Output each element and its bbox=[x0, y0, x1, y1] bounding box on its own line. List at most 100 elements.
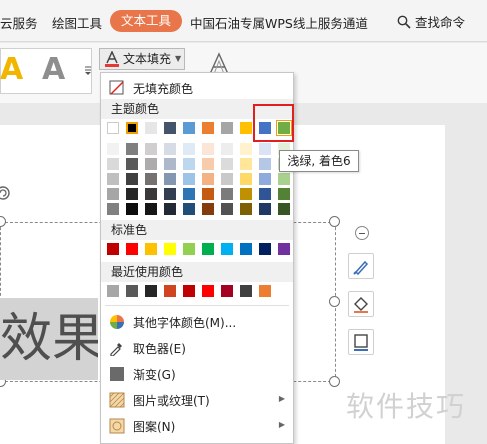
color-swatch[interactable] bbox=[259, 158, 271, 170]
color-swatch[interactable] bbox=[164, 188, 176, 200]
color-swatch[interactable] bbox=[183, 285, 195, 297]
rotate-handle-icon[interactable] bbox=[0, 186, 10, 200]
color-swatch[interactable] bbox=[107, 173, 119, 185]
color-swatch[interactable] bbox=[259, 203, 271, 215]
tab-drawing-tools[interactable]: 绘图工具 bbox=[52, 13, 102, 32]
tab-text-tools[interactable]: 文本工具 bbox=[110, 10, 182, 32]
color-swatch[interactable] bbox=[240, 188, 252, 200]
color-swatch[interactable] bbox=[126, 158, 138, 170]
color-swatch[interactable] bbox=[259, 173, 271, 185]
color-swatch[interactable] bbox=[164, 285, 176, 297]
color-swatch[interactable] bbox=[221, 285, 233, 297]
textbox-content[interactable]: 效果 bbox=[0, 298, 98, 380]
color-swatch[interactable] bbox=[240, 122, 252, 134]
color-swatch[interactable] bbox=[259, 285, 271, 297]
color-swatch[interactable] bbox=[126, 173, 138, 185]
color-swatch[interactable] bbox=[145, 243, 157, 255]
collapse-toolbar-button[interactable] bbox=[355, 226, 369, 240]
color-swatch[interactable] bbox=[164, 203, 176, 215]
color-swatch[interactable] bbox=[183, 158, 195, 170]
color-swatch[interactable] bbox=[145, 143, 157, 155]
color-swatch[interactable] bbox=[221, 203, 233, 215]
tab-cloud-service[interactable]: 云服务 bbox=[0, 13, 38, 32]
resize-handle-bottom-right[interactable] bbox=[329, 376, 340, 387]
color-swatch[interactable] bbox=[202, 188, 214, 200]
shape-outline-button[interactable] bbox=[348, 329, 374, 355]
color-swatch[interactable] bbox=[240, 143, 252, 155]
color-swatch[interactable] bbox=[107, 285, 119, 297]
color-swatch[interactable] bbox=[126, 203, 138, 215]
text-style-yellow[interactable]: A bbox=[0, 52, 23, 87]
text-fill-button[interactable]: 文本填充 ▼ bbox=[99, 48, 185, 70]
color-swatch[interactable] bbox=[126, 285, 138, 297]
color-swatch[interactable] bbox=[126, 188, 138, 200]
color-swatch[interactable] bbox=[164, 122, 176, 134]
color-swatch[interactable] bbox=[240, 158, 252, 170]
color-swatch[interactable] bbox=[126, 243, 138, 255]
color-swatch[interactable] bbox=[202, 243, 214, 255]
color-swatch[interactable] bbox=[278, 243, 290, 255]
color-swatch[interactable] bbox=[202, 173, 214, 185]
shape-fill-button[interactable] bbox=[348, 291, 374, 317]
color-swatch[interactable] bbox=[145, 173, 157, 185]
color-swatch[interactable] bbox=[202, 158, 214, 170]
color-swatch[interactable] bbox=[221, 173, 233, 185]
color-swatch[interactable] bbox=[164, 158, 176, 170]
color-swatch[interactable] bbox=[183, 173, 195, 185]
color-swatch[interactable] bbox=[183, 188, 195, 200]
search-command[interactable]: 查找命令 bbox=[397, 12, 465, 31]
menu-item-eyedropper[interactable]: 取色器(E) bbox=[101, 335, 293, 361]
color-swatch[interactable] bbox=[107, 203, 119, 215]
color-swatch[interactable] bbox=[145, 285, 157, 297]
color-swatch[interactable] bbox=[145, 203, 157, 215]
color-swatch[interactable] bbox=[164, 143, 176, 155]
color-swatch[interactable] bbox=[240, 243, 252, 255]
color-swatch[interactable] bbox=[240, 173, 252, 185]
color-swatch[interactable] bbox=[259, 143, 271, 155]
color-swatch[interactable] bbox=[107, 243, 119, 255]
color-swatch[interactable] bbox=[221, 188, 233, 200]
color-swatch[interactable] bbox=[202, 203, 214, 215]
color-swatch[interactable] bbox=[126, 143, 138, 155]
color-swatch[interactable] bbox=[145, 158, 157, 170]
menu-item-pattern[interactable]: 图案(N) ▶ bbox=[101, 413, 293, 439]
color-swatch[interactable] bbox=[278, 188, 290, 200]
color-swatch[interactable] bbox=[107, 122, 119, 134]
gallery-more-icon[interactable] bbox=[85, 64, 91, 76]
menu-item-gradient[interactable]: 渐变(G) bbox=[101, 361, 293, 387]
menu-item-other-colors[interactable]: 其他字体颜色(M)... bbox=[101, 309, 293, 335]
color-swatch[interactable] bbox=[164, 243, 176, 255]
color-swatch[interactable] bbox=[164, 173, 176, 185]
shape-style-button[interactable] bbox=[348, 253, 374, 279]
color-swatch[interactable] bbox=[183, 203, 195, 215]
color-swatch[interactable] bbox=[202, 122, 214, 134]
text-style-gray[interactable]: A bbox=[42, 52, 65, 87]
color-swatch[interactable] bbox=[145, 122, 157, 134]
color-swatch[interactable] bbox=[240, 285, 252, 297]
color-swatch[interactable] bbox=[202, 285, 214, 297]
color-swatch[interactable] bbox=[221, 243, 233, 255]
color-swatch[interactable] bbox=[278, 173, 290, 185]
color-swatch[interactable] bbox=[259, 243, 271, 255]
menu-item-picture-texture[interactable]: 图片或纹理(T) ▶ bbox=[101, 387, 293, 413]
color-swatch[interactable] bbox=[259, 188, 271, 200]
color-swatch[interactable] bbox=[145, 188, 157, 200]
color-swatch[interactable] bbox=[107, 158, 119, 170]
resize-handle-middle-right[interactable] bbox=[329, 296, 340, 307]
tab-petrochina-service[interactable]: 中国石油专属WPS线上服务通道 bbox=[190, 13, 368, 32]
color-swatch[interactable] bbox=[221, 143, 233, 155]
color-swatch[interactable] bbox=[221, 158, 233, 170]
ribbon-tab-bar: 云服务 绘图工具 文本工具 中国石油专属WPS线上服务通道 查找命令 bbox=[0, 0, 487, 42]
resize-handle-top-right[interactable] bbox=[329, 216, 340, 227]
color-swatch[interactable] bbox=[183, 243, 195, 255]
color-swatch[interactable] bbox=[126, 122, 138, 134]
menu-item-no-fill[interactable]: 无填充颜色 bbox=[101, 75, 293, 101]
color-swatch[interactable] bbox=[107, 188, 119, 200]
color-swatch[interactable] bbox=[107, 143, 119, 155]
color-swatch[interactable] bbox=[202, 143, 214, 155]
color-swatch[interactable] bbox=[221, 122, 233, 134]
color-swatch[interactable] bbox=[183, 122, 195, 134]
color-swatch[interactable] bbox=[183, 143, 195, 155]
color-swatch[interactable] bbox=[240, 203, 252, 215]
color-swatch[interactable] bbox=[278, 203, 290, 215]
